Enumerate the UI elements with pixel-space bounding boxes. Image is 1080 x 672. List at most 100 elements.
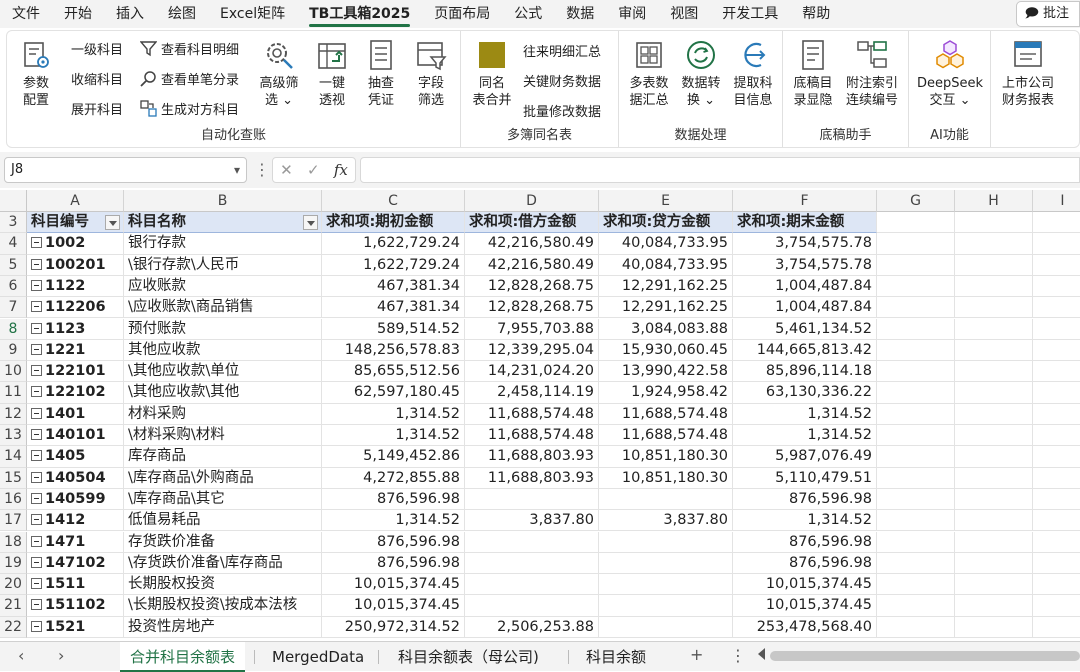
empty-cell[interactable] xyxy=(1033,276,1080,298)
empty-cell[interactable] xyxy=(955,616,1033,638)
empty-cell[interactable] xyxy=(1033,489,1080,511)
subject-code-cell[interactable]: 122102 xyxy=(27,382,124,404)
amount-cell[interactable] xyxy=(465,595,599,617)
empty-cell[interactable] xyxy=(955,510,1033,532)
row-header[interactable]: 16 xyxy=(0,488,27,511)
subject-name-cell[interactable]: 低值易耗品 xyxy=(124,510,322,532)
row-header[interactable]: 9 xyxy=(0,339,27,362)
empty-cell[interactable] xyxy=(955,382,1033,404)
amount-cell[interactable]: 14,231,024.20 xyxy=(465,361,599,383)
extract-subject-info-button[interactable]: 提取科 目信息 xyxy=(729,39,777,109)
amount-cell[interactable]: 10,851,180.30 xyxy=(599,467,733,489)
subject-name-cell[interactable]: 材料采购 xyxy=(124,403,322,425)
subject-code-cell[interactable]: 1122 xyxy=(27,275,124,298)
amount-cell[interactable]: 1,314.52 xyxy=(322,425,465,447)
amount-cell[interactable]: 148,256,578.83 xyxy=(322,339,465,362)
confirm-icon[interactable]: ✓ xyxy=(307,161,320,179)
empty-cell[interactable] xyxy=(877,318,955,340)
empty-cell[interactable] xyxy=(877,339,955,362)
amount-cell[interactable]: 40,084,733.95 xyxy=(599,254,733,276)
empty-cell[interactable] xyxy=(955,361,1033,383)
row-header[interactable]: 4 xyxy=(0,233,27,255)
empty-cell[interactable] xyxy=(877,425,955,447)
filter-dropdown-icon[interactable] xyxy=(303,215,318,230)
empty-cell[interactable] xyxy=(1033,532,1080,553)
empty-cell[interactable] xyxy=(1033,297,1080,319)
ar-ap-summary-button[interactable]: 往来明细汇总 xyxy=(523,39,601,61)
level1-subject-button[interactable]: 一级科目 xyxy=(71,37,123,59)
select-all-corner[interactable] xyxy=(0,190,27,212)
insert-function-button[interactable]: fx xyxy=(334,161,348,179)
amount-cell[interactable]: 5,987,076.49 xyxy=(733,446,877,468)
collapse-icon[interactable] xyxy=(31,365,42,377)
empty-cell[interactable] xyxy=(1033,255,1080,276)
sample-voucher-button[interactable]: 抽查 凭证 xyxy=(359,39,403,109)
empty-cell[interactable] xyxy=(1033,233,1080,255)
empty-cell[interactable] xyxy=(1033,574,1080,596)
amount-cell[interactable]: 3,837.80 xyxy=(599,510,733,532)
empty-cell[interactable] xyxy=(955,446,1033,468)
amount-cell[interactable]: 15,930,060.45 xyxy=(599,339,733,362)
column-header-I[interactable]: I xyxy=(1033,190,1080,212)
amount-cell[interactable]: 1,622,729.24 xyxy=(322,233,465,255)
column-header-F[interactable]: F xyxy=(733,190,877,212)
field-filter-button[interactable]: 字段 筛选 xyxy=(409,39,453,109)
name-box[interactable]: J8 ▾ xyxy=(4,157,247,183)
amount-cell[interactable] xyxy=(465,552,599,575)
deepseek-button[interactable]: DeepSeek 交互 ⌄ xyxy=(915,39,985,109)
amount-cell[interactable]: 4,272,855.88 xyxy=(322,467,465,489)
amount-cell[interactable]: 1,314.52 xyxy=(733,425,877,447)
subject-code-cell[interactable]: 147102 xyxy=(27,552,124,575)
menu-item-9[interactable]: 审阅 xyxy=(606,0,658,28)
gen-contra-subject-button[interactable]: 生成对方科目 xyxy=(139,97,239,119)
empty-cell[interactable] xyxy=(955,339,1033,362)
subject-name-cell[interactable]: \其他应收款\其他 xyxy=(124,382,322,404)
amount-cell[interactable]: 876,596.98 xyxy=(733,488,877,511)
amount-cell[interactable]: 1,924,958.42 xyxy=(599,382,733,404)
view-subject-detail-button[interactable]: 查看科目明细 xyxy=(139,37,239,59)
row-header[interactable]: 20 xyxy=(0,574,27,596)
empty-cell[interactable] xyxy=(955,425,1033,447)
collapse-icon[interactable] xyxy=(31,237,42,249)
empty-cell[interactable] xyxy=(955,595,1033,617)
empty-cell[interactable] xyxy=(1033,340,1080,362)
column-header-C[interactable]: C xyxy=(322,190,465,212)
advanced-filter-button[interactable]: 高级筛 选 ⌄ xyxy=(255,39,303,109)
row-header[interactable]: 21 xyxy=(0,595,27,617)
empty-cell[interactable] xyxy=(955,297,1033,319)
merge-same-name-button[interactable]: 同名 表合并 xyxy=(467,39,517,109)
comment-button[interactable]: 🗩 批注 xyxy=(1015,1,1080,27)
param-config-button[interactable]: 参数 配置 xyxy=(13,39,59,109)
menu-item-10[interactable]: 视图 xyxy=(658,0,710,28)
subject-code-cell[interactable]: 1511 xyxy=(27,574,124,596)
note-index-button[interactable]: 附注索引 连续编号 xyxy=(841,39,903,109)
amount-cell[interactable] xyxy=(599,488,733,511)
row-header[interactable]: 18 xyxy=(0,531,27,553)
subject-name-cell[interactable]: \存货跌价准备\库存商品 xyxy=(124,552,322,575)
amount-cell[interactable]: 10,851,180.30 xyxy=(599,446,733,468)
amount-cell[interactable]: 876,596.98 xyxy=(322,488,465,511)
amount-cell[interactable]: 62,597,180.45 xyxy=(322,382,465,404)
empty-cell[interactable] xyxy=(877,297,955,319)
amount-cell[interactable]: 467,381.34 xyxy=(322,297,465,319)
pivot-header-cell[interactable]: 求和项:借方金额 xyxy=(465,212,599,234)
subject-code-cell[interactable]: 151102 xyxy=(27,595,124,617)
amount-cell[interactable]: 876,596.98 xyxy=(322,531,465,553)
more-vertical-icon[interactable]: ⋮ xyxy=(254,160,270,179)
empty-cell[interactable] xyxy=(877,552,955,575)
subject-code-cell[interactable]: 1471 xyxy=(27,531,124,553)
subject-code-cell[interactable]: 1412 xyxy=(27,510,124,532)
column-header-H[interactable]: H xyxy=(955,190,1033,212)
pivot-header-cell[interactable]: 求和项:期初金额 xyxy=(322,212,465,234)
amount-cell[interactable]: 5,461,134.52 xyxy=(733,318,877,340)
multi-table-summary-button[interactable]: 多表数 据汇总 xyxy=(625,39,673,109)
empty-cell[interactable] xyxy=(877,616,955,638)
empty-cell[interactable] xyxy=(955,574,1033,596)
amount-cell[interactable]: 3,754,575.78 xyxy=(733,254,877,276)
empty-cell[interactable] xyxy=(877,212,955,234)
amount-cell[interactable]: 5,110,479.51 xyxy=(733,467,877,489)
view-single-entry-button[interactable]: 查看单笔分录 xyxy=(139,67,239,89)
empty-cell[interactable] xyxy=(1033,510,1080,532)
empty-cell[interactable] xyxy=(1033,212,1080,234)
amount-cell[interactable]: 2,458,114.19 xyxy=(465,382,599,404)
